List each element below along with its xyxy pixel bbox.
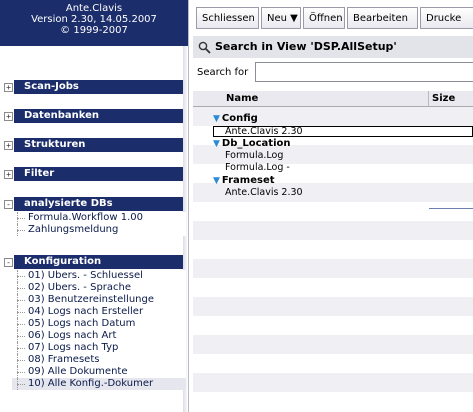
twistie-expanded-icon[interactable]: ▼ bbox=[213, 176, 220, 186]
document-row[interactable]: Ante.Clavis 2.30 bbox=[225, 188, 303, 198]
category-label: Frameset bbox=[221, 175, 275, 186]
section-analysierte-dbs[interactable]: - analysierte DBs bbox=[0, 197, 188, 211]
grid-row-bg bbox=[193, 316, 473, 335]
konfiguration-list: 01) Übers. - Schluessel 02) Übers. - Spr… bbox=[12, 270, 186, 390]
neu-dropdown-button[interactable]: Neu ▼ bbox=[261, 7, 301, 29]
search-label: Search for bbox=[197, 67, 249, 78]
oeffnen-button[interactable]: Öffnen bbox=[303, 7, 345, 29]
expand-icon[interactable]: + bbox=[4, 83, 13, 92]
section-label[interactable]: Filter bbox=[14, 167, 183, 181]
grid-row-bg bbox=[193, 278, 473, 297]
expand-icon[interactable]: + bbox=[4, 170, 13, 179]
drucken-button[interactable]: Drucke bbox=[420, 7, 473, 29]
size-column-divider bbox=[429, 208, 473, 209]
view-title: Search in View 'DSP.AllSetup' bbox=[215, 40, 397, 53]
nav-item[interactable]: Formula.Workflow 1.00 bbox=[12, 212, 186, 224]
column-header-name[interactable]: Name bbox=[193, 91, 428, 107]
section-label[interactable]: Konfiguration bbox=[14, 255, 183, 269]
content-pane: Schliessen Neu ▼ Öffnen Bearbeiten Druck… bbox=[193, 0, 473, 412]
column-header-size[interactable]: Size bbox=[428, 91, 473, 107]
app-header: Ante.Clavis Version 2.30, 14.05.2007 © 1… bbox=[0, 0, 188, 46]
grid-row-bg bbox=[193, 259, 473, 278]
grid-row-bg bbox=[193, 354, 473, 373]
view-header: Search in View 'DSP.AllSetup' bbox=[193, 36, 473, 58]
nav-item[interactable]: 08) Framesets bbox=[12, 354, 186, 366]
bearbeiten-button[interactable]: Bearbeiten bbox=[347, 7, 418, 29]
grid-row-bg bbox=[193, 335, 473, 354]
app-version: Version 2.30, 14.05.2007 bbox=[31, 14, 157, 25]
nav-item[interactable]: 02) Übers. - Sprache bbox=[12, 282, 186, 294]
section-label[interactable]: Strukturen bbox=[14, 138, 183, 152]
grid-row-bg bbox=[193, 297, 473, 316]
search-input[interactable] bbox=[255, 62, 473, 82]
twistie-expanded-icon[interactable]: ▼ bbox=[213, 114, 220, 124]
nav-item[interactable]: 05) Logs nach Datum bbox=[12, 318, 186, 330]
expand-icon[interactable]: + bbox=[4, 112, 13, 121]
nav-item[interactable]: 03) Benutzereinstellunge bbox=[12, 294, 186, 306]
app-name: Ante.Clavis bbox=[65, 3, 123, 14]
nav-item[interactable]: 04) Logs nach Ersteller bbox=[12, 306, 186, 318]
nav-item[interactable]: Zahlungsmeldung bbox=[12, 224, 186, 236]
section-filter[interactable]: + Filter bbox=[0, 167, 188, 181]
category-row-db-location[interactable]: ▼ Db_Location bbox=[213, 138, 291, 149]
nav-item[interactable]: 07) Logs nach Typ bbox=[12, 342, 186, 354]
collapse-icon[interactable]: - bbox=[4, 258, 13, 267]
category-row-config[interactable]: ▼ Config bbox=[213, 113, 258, 124]
navigator-pane: Ante.Clavis Version 2.30, 14.05.2007 © 1… bbox=[0, 0, 189, 412]
app-copyright: © 1999-2007 bbox=[60, 25, 128, 36]
grid-row-bg bbox=[193, 392, 473, 411]
category-row-frameset[interactable]: ▼ Frameset bbox=[213, 175, 275, 186]
document-row[interactable]: Formula.Log bbox=[225, 151, 283, 161]
grid-row-bg bbox=[193, 202, 473, 221]
nav-item-selected[interactable]: 10) Alle Konfig.-Dokumer bbox=[12, 378, 186, 390]
section-label[interactable]: Datenbanken bbox=[14, 109, 183, 123]
schliessen-button[interactable]: Schliessen bbox=[196, 7, 259, 29]
grid-row-bg bbox=[193, 221, 473, 240]
section-strukturen[interactable]: + Strukturen bbox=[0, 138, 188, 152]
collapse-icon[interactable]: - bbox=[4, 200, 13, 209]
section-konfiguration[interactable]: - Konfiguration bbox=[0, 255, 188, 269]
action-toolbar: Schliessen Neu ▼ Öffnen Bearbeiten Druck… bbox=[193, 7, 473, 30]
document-row[interactable]: Ante.Clavis 2.30 bbox=[225, 127, 303, 137]
magnifier-icon bbox=[198, 40, 211, 62]
section-label[interactable]: Scan-Jobs bbox=[14, 80, 183, 94]
expand-icon[interactable]: + bbox=[4, 141, 13, 150]
view-grid: Name Size ▼ Config Ante.Clavis 2.30 ▼ Db_L… bbox=[193, 91, 473, 412]
category-label: Db_Location bbox=[221, 138, 291, 149]
document-row[interactable]: Formula.Log - bbox=[225, 163, 290, 173]
category-label: Config bbox=[221, 113, 258, 124]
grid-row-bg bbox=[193, 373, 473, 392]
grid-row-bg bbox=[193, 240, 473, 259]
analysierte-dbs-list: Formula.Workflow 1.00 Zahlungsmeldung bbox=[12, 212, 186, 236]
section-scan-jobs[interactable]: + Scan-Jobs bbox=[0, 80, 188, 94]
section-label[interactable]: analysierte DBs bbox=[14, 197, 183, 211]
search-row: Search for bbox=[193, 62, 473, 84]
section-datenbanken[interactable]: + Datenbanken bbox=[0, 109, 188, 123]
nav-item[interactable]: 01) Übers. - Schluessel bbox=[12, 270, 186, 282]
nav-item[interactable]: 06) Logs nach Art bbox=[12, 330, 186, 342]
nav-item[interactable]: 09) Alle Dokumente bbox=[12, 366, 186, 378]
twistie-expanded-icon[interactable]: ▼ bbox=[213, 139, 220, 149]
